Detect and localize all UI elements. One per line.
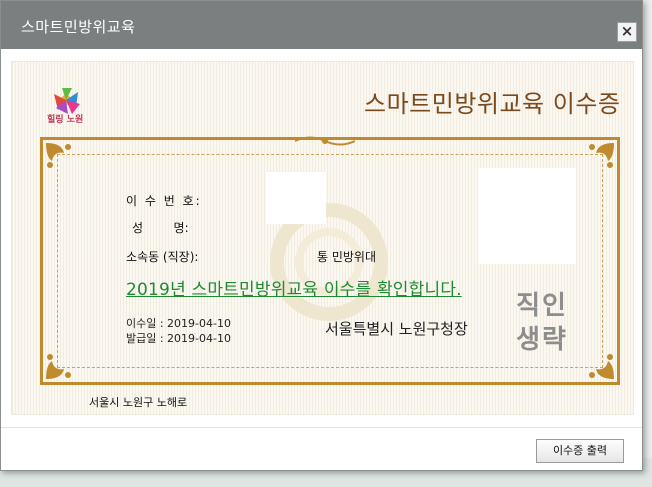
completion-date: 이수일 : 2019-04-10 <box>126 317 231 330</box>
issue-date: 발급일 : 2019-04-10 <box>126 332 231 345</box>
certificate: 힐링 노원 스마트민방위교육 이수증 이 수 번 호: 성 명: 소속동 (직장… <box>11 61 634 415</box>
corner-ornament-icon <box>46 143 71 168</box>
footer-divider <box>1 427 642 428</box>
corner-ornament-icon <box>46 354 71 379</box>
redacted-photo-area <box>478 168 576 264</box>
print-certificate-button[interactable]: 이수증 출력 <box>536 439 624 463</box>
certificate-title: 스마트민방위교육 이수증 <box>364 90 621 118</box>
field-label-name: 성 명: <box>132 221 189 235</box>
field-value-affiliation: 통 민방위대 <box>317 250 377 264</box>
field-label-affiliation: 소속동 (직장): <box>126 250 199 264</box>
dialog-title-bar[interactable]: 스마트민방위교육 × <box>1 1 642 49</box>
corner-ornament-icon <box>589 143 614 168</box>
logo-label: 힐링 노원 <box>47 115 84 125</box>
dialog-title: 스마트민방위교육 <box>21 18 136 36</box>
top-ornament-icon <box>295 136 355 146</box>
issuer-name: 서울특별시 노원구청장 <box>325 320 468 338</box>
redacted-area <box>266 172 326 224</box>
field-label-cert-number: 이 수 번 호: <box>126 194 202 208</box>
close-button[interactable]: × <box>617 22 637 42</box>
certificate-dialog: 스마트민방위교육 × 힐링 노원 스마트민방위교육 이수증 이 수 번 호: 성… <box>0 0 643 471</box>
corner-ornament-icon <box>589 354 614 379</box>
seal-omitted-stamp: 직인 생략 <box>516 291 568 355</box>
issuer-address: 서울시 노원구 노해로 <box>89 396 188 409</box>
confirmation-text: 2019년 스마트민방위교육 이수를 확인합니다. <box>126 280 462 300</box>
